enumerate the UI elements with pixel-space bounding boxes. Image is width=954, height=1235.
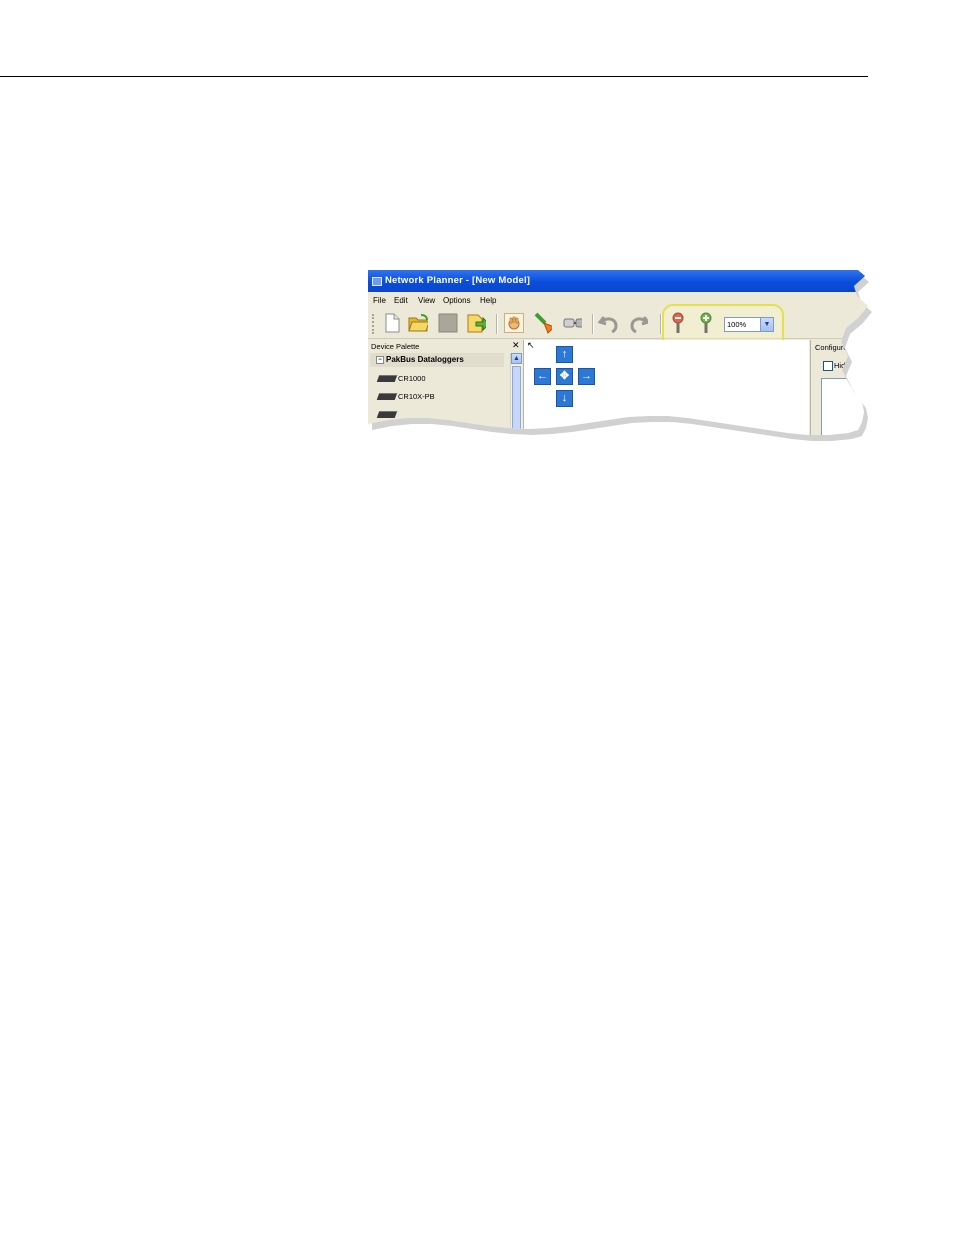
menu-file[interactable]: File <box>373 296 386 305</box>
menu-view[interactable]: View <box>418 296 435 305</box>
palette-item-label: CR10X-PB <box>398 392 435 401</box>
redo-icon[interactable] <box>628 313 648 333</box>
palette-group-label: PakBus Dataloggers <box>386 355 464 364</box>
palette-group-pakbus[interactable]: − PakBus Dataloggers <box>370 353 504 367</box>
collapse-icon[interactable]: − <box>376 356 384 364</box>
title-bar: Network Planner - [New Model] <box>368 270 868 292</box>
add-link-icon[interactable] <box>532 312 552 334</box>
pan-center-button[interactable]: ✥ <box>556 368 573 385</box>
datalogger-icon <box>376 393 398 400</box>
scroll-up-icon[interactable]: ▲ <box>511 353 522 364</box>
zoom-level-value: 100% <box>727 320 747 329</box>
undo-icon[interactable] <box>598 313 618 333</box>
zoom-level-select[interactable]: 100% ▼ <box>724 317 774 332</box>
menu-help[interactable]: Help <box>480 296 496 305</box>
export-icon[interactable] <box>466 313 486 333</box>
menu-bar: File Edit View Options Help <box>368 293 868 307</box>
datalogger-icon <box>376 411 398 418</box>
pan-hand-icon[interactable] <box>504 313 524 333</box>
pan-left-button[interactable]: ← <box>534 368 551 385</box>
palette-item-cr1000[interactable]: CR1000 <box>376 372 506 386</box>
pointer-cursor-icon: ↖ <box>527 340 535 350</box>
new-document-icon[interactable] <box>382 313 402 333</box>
app-icon <box>372 277 382 286</box>
configure-panel: Configure Hide Co <box>810 340 868 435</box>
pan-up-button[interactable]: ↑ <box>556 346 573 363</box>
screenshot-figure: Network Planner - [New Model] File Edit … <box>368 270 872 441</box>
toolbar-separator <box>496 314 498 334</box>
page-rule <box>0 76 868 77</box>
menu-options[interactable]: Options <box>443 296 471 305</box>
chevron-down-icon[interactable]: ▼ <box>760 318 773 331</box>
palette-item-label: CR1000 <box>398 374 426 383</box>
save-icon[interactable] <box>438 313 458 333</box>
datalogger-icon <box>376 375 398 382</box>
pan-right-button[interactable]: → <box>578 368 595 385</box>
hide-checkbox[interactable] <box>823 361 833 371</box>
model-canvas[interactable]: ↖ ↑ ← ✥ → ↓ <box>524 340 809 435</box>
connection-icon[interactable] <box>562 313 582 333</box>
device-palette-title: Device Palette <box>371 342 420 351</box>
pan-down-button[interactable]: ↓ <box>556 390 573 407</box>
app-window: Network Planner - [New Model] File Edit … <box>368 270 868 435</box>
palette-scrollbar[interactable]: ▲ <box>510 353 522 435</box>
toolbar-grip[interactable] <box>372 314 376 334</box>
open-folder-icon[interactable] <box>408 313 428 333</box>
toolbar <box>368 308 868 339</box>
close-icon[interactable]: ✕ <box>512 340 520 351</box>
palette-item-cr10x-pb[interactable]: CR10X-PB <box>376 390 506 404</box>
toolbar-separator <box>592 314 594 334</box>
menu-edit[interactable]: Edit <box>394 296 408 305</box>
window-title: Network Planner - [New Model] <box>385 275 531 286</box>
